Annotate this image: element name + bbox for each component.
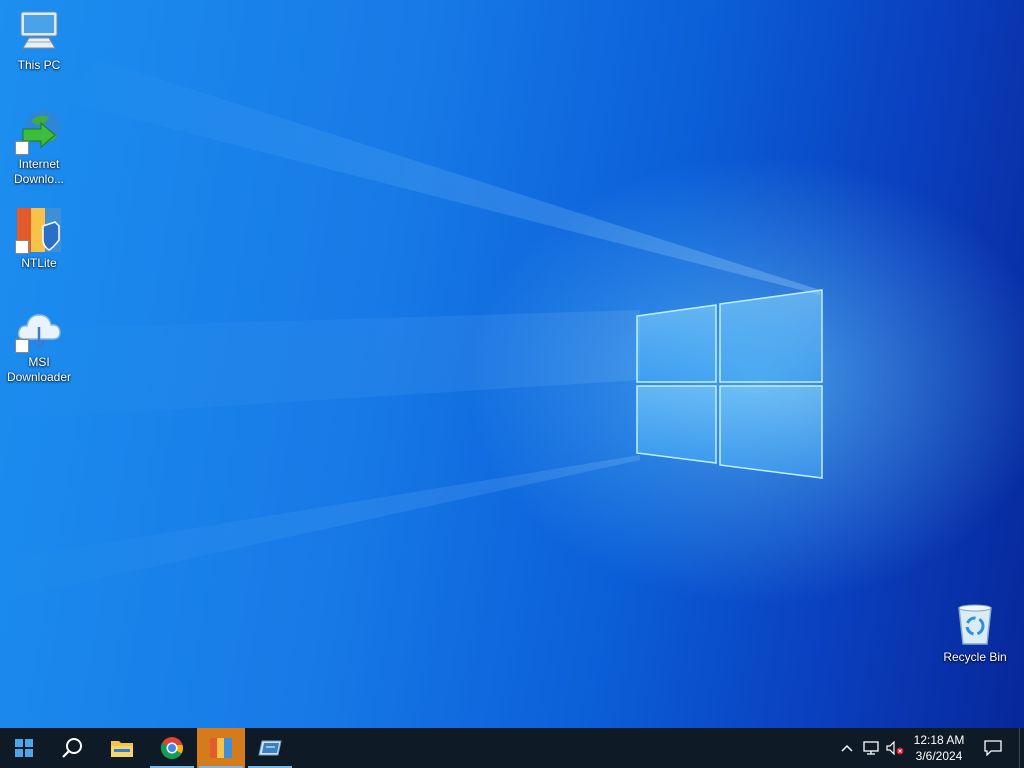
windows-logo-wallpaper [636, 289, 823, 479]
clock-time: 12:18 AM [913, 733, 965, 747]
action-center-button[interactable] [978, 728, 1008, 768]
desktop-icon-label: Downlo... [13, 172, 65, 186]
app-window-icon [258, 740, 282, 756]
clock-date: 3/6/2024 [915, 749, 963, 763]
taskbar-file-explorer[interactable] [98, 728, 146, 768]
windows-logo-icon [15, 739, 33, 757]
taskbar-ntlite[interactable] [197, 728, 245, 768]
desktop-icon-label: Recycle Bin [943, 650, 1007, 664]
desktop-icon-label: Internet [18, 157, 60, 171]
taskbar-clock[interactable]: 12:18 AM 3/6/2024 [904, 728, 974, 768]
desktop-icon-label: NTLite [21, 256, 57, 270]
tray-overflow-button[interactable] [836, 728, 858, 768]
cloud-download-icon [15, 305, 63, 353]
chevron-up-icon [841, 744, 853, 752]
ntlite-icon [210, 738, 232, 758]
shortcut-arrow-icon [15, 339, 29, 353]
idm-globe-icon [15, 107, 63, 155]
desktop-icon-ntlite[interactable]: NTLite [1, 206, 77, 271]
chrome-icon [160, 737, 183, 759]
tray-volume[interactable] [884, 728, 906, 768]
computer-icon [15, 8, 63, 56]
folder-icon [111, 741, 133, 757]
taskbar: 12:18 AM 3/6/2024 [0, 728, 1024, 768]
taskbar-chrome[interactable] [148, 728, 196, 768]
desktop-icon-label: MSI [28, 355, 50, 369]
desktop-icon-label: This PC [17, 58, 61, 72]
show-desktop-button[interactable] [1019, 728, 1024, 768]
volume-muted-icon [886, 741, 904, 755]
start-button[interactable] [0, 728, 48, 768]
search-icon [62, 738, 82, 758]
recycle-bin-icon [951, 600, 999, 648]
desktop[interactable]: This PC Internet Downlo... NTLite MSI Do… [0, 0, 1024, 728]
action-center-icon [984, 740, 1002, 756]
taskbar-msi-downloader-window[interactable] [246, 728, 294, 768]
tray-network[interactable] [860, 728, 882, 768]
shortcut-arrow-icon [15, 141, 29, 155]
network-icon [863, 741, 879, 755]
desktop-icon-label: Downloader [6, 370, 72, 384]
search-button[interactable] [48, 728, 96, 768]
desktop-icon-internet-download-manager[interactable]: Internet Downlo... [1, 107, 77, 187]
shortcut-arrow-icon [15, 240, 29, 254]
ntlite-icon [15, 206, 63, 254]
desktop-icon-msi-downloader[interactable]: MSI Downloader [1, 305, 77, 385]
desktop-icon-recycle-bin[interactable]: Recycle Bin [937, 600, 1013, 665]
desktop-icon-this-pc[interactable]: This PC [1, 8, 77, 73]
wallpaper-light-beams [0, 60, 823, 600]
